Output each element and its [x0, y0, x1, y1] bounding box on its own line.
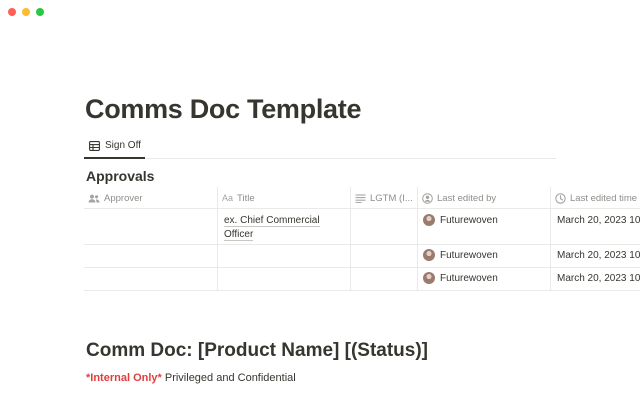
title-cell[interactable]: [217, 245, 350, 267]
last-edited-time-cell[interactable]: March 20, 2023 10:: [550, 209, 640, 244]
person-circle-icon: [422, 192, 433, 204]
column-label: Approver: [104, 192, 143, 204]
text-aa-icon: Aa: [222, 193, 234, 203]
approvals-table: Approver Aa Title LGTM (I... Last edited…: [84, 187, 640, 291]
approver-cell[interactable]: [84, 268, 217, 290]
last-edited-by-cell[interactable]: Futurewoven: [417, 245, 550, 267]
confidential-text: Privileged and Confidential: [164, 372, 296, 384]
confidentiality-line[interactable]: *Internal Only* Privileged and Confident…: [86, 372, 296, 384]
approvals-heading[interactable]: Approvals: [86, 168, 154, 184]
column-label: Last edited by: [437, 192, 497, 204]
minimize-window-button[interactable]: [22, 8, 30, 16]
lgtm-cell[interactable]: [350, 209, 417, 244]
lgtm-cell[interactable]: [350, 268, 417, 290]
avatar: [423, 214, 435, 226]
editor-name: Futurewoven: [440, 214, 498, 226]
column-header-title[interactable]: Aa Title: [217, 187, 350, 209]
last-edited-time-cell[interactable]: March 20, 2023 10:: [550, 268, 640, 290]
approver-cell[interactable]: [84, 209, 217, 244]
database-view-tabs: Sign Off: [84, 138, 556, 159]
table-header: Approver Aa Title LGTM (I... Last edited…: [84, 187, 640, 209]
column-header-last-edited-by[interactable]: Last edited by: [417, 187, 550, 209]
close-window-button[interactable]: [8, 8, 16, 16]
tab-sign-off[interactable]: Sign Off: [84, 138, 145, 159]
avatar: [423, 249, 435, 261]
column-label: Last edited time: [570, 192, 638, 204]
last-edited-by-cell[interactable]: Futurewoven: [417, 209, 550, 244]
column-header-approver[interactable]: Approver: [84, 187, 217, 209]
list-icon: [355, 193, 366, 203]
lgtm-cell[interactable]: [350, 245, 417, 267]
table-row[interactable]: Futurewoven March 20, 2023 10:: [84, 245, 640, 268]
column-label: Title: [237, 192, 255, 204]
editor-name: Futurewoven: [440, 249, 498, 261]
last-edited-time-cell[interactable]: March 20, 2023 10:: [550, 245, 640, 267]
column-label: LGTM (I...: [370, 192, 413, 204]
window-controls: [8, 8, 44, 16]
approver-cell[interactable]: [84, 245, 217, 267]
edited-time: March 20, 2023 10:: [557, 215, 640, 226]
column-header-last-edited-time[interactable]: Last edited time: [550, 187, 640, 209]
tab-sign-off-label: Sign Off: [105, 140, 141, 151]
page-title[interactable]: Comms Doc Template: [85, 94, 361, 125]
table-row[interactable]: Futurewoven March 20, 2023 10:: [84, 268, 640, 291]
comm-doc-heading[interactable]: Comm Doc: [Product Name] [(Status)]: [86, 340, 428, 362]
edited-time: March 20, 2023 10:: [557, 273, 640, 284]
avatar: [423, 272, 435, 284]
maximize-window-button[interactable]: [36, 8, 44, 16]
people-icon: [88, 194, 100, 202]
edited-time: March 20, 2023 10:: [557, 250, 640, 261]
last-edited-by-cell[interactable]: Futurewoven: [417, 268, 550, 290]
clock-icon: [555, 192, 566, 204]
internal-only-label: *Internal Only*: [86, 372, 162, 384]
title-cell[interactable]: [217, 268, 350, 290]
column-header-lgtm[interactable]: LGTM (I...: [350, 187, 417, 209]
title-cell[interactable]: ex. Chief Commercial Officer: [217, 209, 350, 244]
row-title-link[interactable]: ex. Chief Commercial Officer: [224, 215, 320, 241]
table-icon: [89, 141, 100, 151]
editor-name: Futurewoven: [440, 272, 498, 284]
table-row[interactable]: ex. Chief Commercial Officer Futurewoven…: [84, 209, 640, 245]
